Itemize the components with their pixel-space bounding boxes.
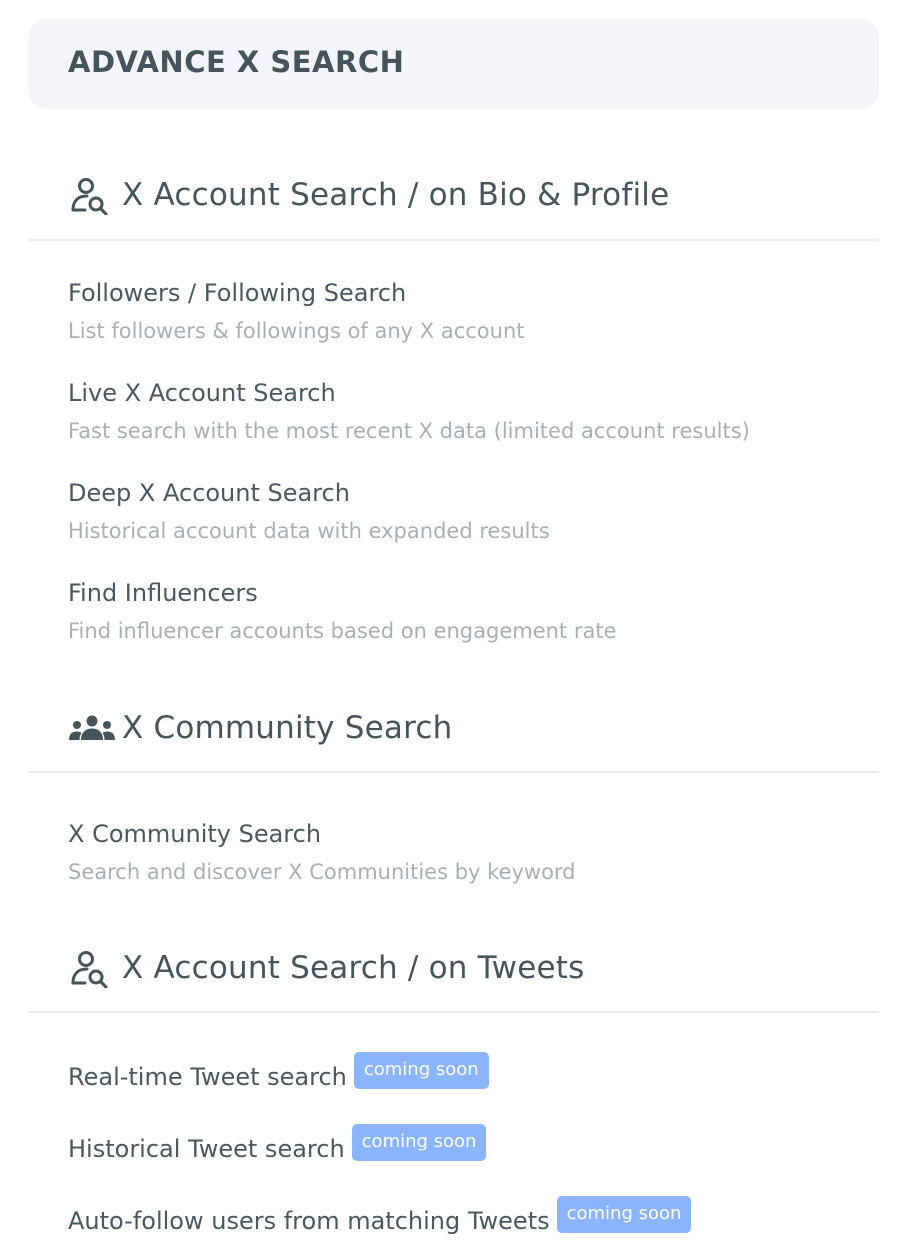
menu-item-title: Real-time Tweet search (68, 1062, 347, 1091)
user-search-icon (68, 948, 118, 988)
section-heading-account-bio: X Account Search / on Bio & Profile (68, 175, 669, 215)
section-heading-community: X Community Search (68, 708, 452, 748)
section-title: X Account Search / on Bio & Profile (122, 177, 670, 213)
section-title: X Account Search / on Tweets (122, 950, 585, 986)
menu-item-historical-tweet-search[interactable]: Historical Tweet search coming soon (68, 1124, 487, 1167)
coming-soon-badge: coming soon (351, 1124, 487, 1161)
menu-item-description: Historical account data with expanded re… (68, 519, 550, 543)
menu-item-title: Auto-follow users from matching Tweets (68, 1206, 550, 1235)
menu-item-followers-following-search[interactable]: Followers / Following Search List follow… (68, 278, 524, 344)
menu-item-real-time-tweet-search[interactable]: Real-time Tweet search coming soon (68, 1052, 489, 1095)
menu-item-title: Historical Tweet search (68, 1134, 345, 1163)
section-divider (28, 239, 879, 241)
section-divider (28, 1011, 879, 1013)
menu-item-title: X Community Search (68, 820, 322, 848)
coming-soon-badge: coming soon (556, 1196, 692, 1233)
page-title: ADVANCE X SEARCH (68, 45, 405, 79)
menu-item-description: Search and discover X Communities by key… (68, 860, 576, 884)
menu-item-title: Deep X Account Search (68, 479, 350, 507)
menu-item-title: Live X Account Search (68, 379, 336, 407)
menu-item-deep-x-account-search[interactable]: Deep X Account Search Historical account… (68, 478, 550, 544)
coming-soon-badge: coming soon (353, 1052, 489, 1089)
menu-item-description: List followers & followings of any X acc… (68, 319, 525, 343)
section-title: X Community Search (122, 710, 453, 746)
menu-item-description: Find influencer accounts based on engage… (68, 619, 617, 643)
menu-item-title: Followers / Following Search (68, 279, 407, 307)
menu-item-auto-follow-users[interactable]: Auto-follow users from matching Tweets c… (68, 1196, 692, 1239)
menu-item-find-influencers[interactable]: Find Influencers Find influencer account… (68, 578, 617, 644)
section-heading-account-tweets: X Account Search / on Tweets (68, 948, 584, 988)
menu-item-live-x-account-search[interactable]: Live X Account Search Fast search with t… (68, 378, 750, 444)
section-divider (28, 771, 879, 773)
page-header: ADVANCE X SEARCH (28, 19, 879, 109)
menu-item-description: Fast search with the most recent X data … (68, 419, 750, 443)
menu-item-x-community-search[interactable]: X Community Search Search and discover X… (68, 819, 576, 885)
user-search-icon (68, 175, 118, 215)
community-icon (68, 708, 118, 748)
menu-item-title: Find Influencers (68, 579, 258, 607)
